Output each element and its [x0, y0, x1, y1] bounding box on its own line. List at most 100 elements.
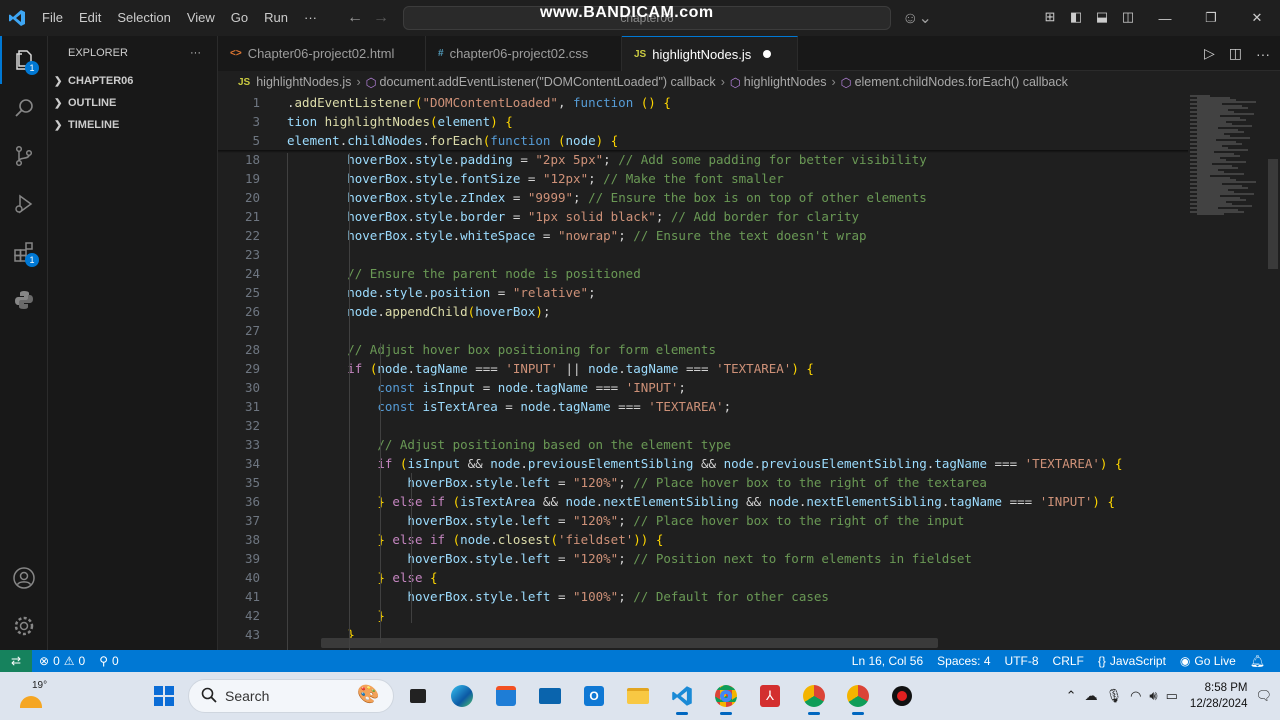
battery-icon[interactable]: ▭ [1166, 688, 1178, 704]
breadcrumb-item[interactable]: document.addEventListener("DOMContentLoa… [380, 75, 716, 89]
back-arrow-icon[interactable]: ← [342, 5, 368, 31]
microphone-icon[interactable]: 🎙︎ [1106, 688, 1123, 704]
code-line[interactable]: 40 } else { [218, 568, 1188, 587]
minimap[interactable] [1186, 93, 1266, 650]
menu-edit[interactable]: Edit [71, 0, 109, 36]
code-line[interactable]: 36 } else if (isTextArea && node.nextEle… [218, 492, 1188, 511]
customize-layout-icon[interactable]: ⊞ [1040, 6, 1060, 28]
python-icon[interactable] [0, 276, 48, 324]
breadcrumb-file[interactable]: highlightNodes.js [256, 75, 351, 89]
code-line[interactable]: 24 // Ensure the parent node is position… [218, 264, 1188, 283]
code-line[interactable]: 19 hoverBox.style.fontSize = "12px"; // … [218, 169, 1188, 188]
code-line[interactable]: 26 node.appendChild(hoverBox); [218, 302, 1188, 321]
notifications-bell-icon[interactable]: 🔔︎ [1243, 654, 1272, 668]
chrome-profile-icon[interactable] [706, 676, 746, 716]
tab-highlightnodes-js[interactable]: JS highlightNodes.js [622, 36, 798, 71]
horizontal-scrollbar-thumb[interactable] [321, 638, 938, 648]
menu-file[interactable]: File [34, 0, 71, 36]
clock[interactable]: 8:58 PM 12/28/2024 [1190, 680, 1248, 712]
code-line[interactable]: 42 } [218, 606, 1188, 625]
explorer-more-button[interactable]: ··· [190, 47, 201, 59]
menu-run[interactable]: Run [256, 0, 296, 36]
bandicam-record-icon[interactable] [882, 676, 922, 716]
source-control-icon[interactable] [0, 132, 48, 180]
minimize-icon[interactable]: — [1142, 0, 1188, 36]
volume-icon[interactable]: 🔊︎ [1149, 688, 1157, 704]
code-line[interactable]: 25 node.style.position = "relative"; [218, 283, 1188, 302]
code-line[interactable]: 32 [218, 416, 1188, 435]
remote-icon[interactable]: ⇄ [0, 650, 32, 672]
sticky-scroll-line[interactable]: 1 .addEventListener("DOMContentLoaded", f… [218, 93, 1188, 112]
start-button[interactable] [144, 676, 184, 716]
mail-icon[interactable] [530, 676, 570, 716]
notification-center-icon[interactable]: 🗨︎ [1255, 688, 1272, 704]
vertical-scrollbar-thumb[interactable] [1268, 159, 1278, 269]
code-line[interactable]: 39 hoverBox.style.left = "120%"; // Posi… [218, 549, 1188, 568]
section-chapter06[interactable]: ❯ CHAPTER06 [48, 70, 217, 92]
cursor-position[interactable]: Ln 16, Col 56 [845, 654, 930, 668]
taskbar-search[interactable]: Search 🎨 [188, 679, 394, 713]
code-line[interactable]: 31 const isTextArea = node.tagName === '… [218, 397, 1188, 416]
code-line[interactable]: 20 hoverBox.style.zIndex = "9999"; // En… [218, 188, 1188, 207]
code-line[interactable]: 22 hoverBox.style.whiteSpace = "nowrap";… [218, 226, 1188, 245]
vscode-taskbar-icon[interactable] [662, 676, 702, 716]
menu-selection[interactable]: Selection [109, 0, 178, 36]
forward-arrow-icon[interactable]: → [368, 5, 394, 31]
restore-icon[interactable]: ❐ [1188, 0, 1234, 36]
acrobat-icon[interactable]: ⅄ [750, 676, 790, 716]
code-line[interactable]: 41 hoverBox.style.left = "100%"; // Defa… [218, 587, 1188, 606]
run-debug-icon[interactable] [0, 180, 48, 228]
weather-widget[interactable]: 19° [18, 678, 48, 714]
sticky-scroll-line[interactable]: 5 element.childNodes.forEach(function (no… [218, 131, 1188, 150]
menu-more[interactable]: ··· [296, 0, 325, 36]
code-line[interactable]: 23 [218, 245, 1188, 264]
chrome-profile-2-icon[interactable] [838, 676, 878, 716]
microsoft-store-icon[interactable] [486, 676, 526, 716]
run-icon[interactable]: ▷ [1204, 45, 1215, 62]
code-line[interactable]: 35 hoverBox.style.left = "120%"; // Plac… [218, 473, 1188, 492]
close-icon[interactable]: ✕ [1234, 0, 1280, 36]
tab-html[interactable]: <> Chapter06-project02.html [218, 36, 426, 71]
file-explorer-icon[interactable] [618, 676, 658, 716]
sticky-scroll-line[interactable]: 3 tion highlightNodes(element) { [218, 112, 1188, 131]
menu-view[interactable]: View [179, 0, 223, 36]
toggle-panel-icon[interactable]: ⬓ [1092, 6, 1112, 28]
chrome-icon[interactable] [794, 676, 834, 716]
unsaved-dot-icon[interactable] [763, 50, 772, 58]
task-view-icon[interactable] [398, 676, 438, 716]
code-line[interactable]: 28 // Adjust hover box positioning for f… [218, 340, 1188, 359]
breadcrumb-item[interactable]: highlightNodes [744, 75, 827, 89]
cloud-icon[interactable]: ☁ [1085, 688, 1098, 704]
more-actions-icon[interactable]: ··· [1256, 46, 1270, 62]
code-line[interactable]: 33 // Adjust positioning based on the el… [218, 435, 1188, 454]
menu-go[interactable]: Go [223, 0, 256, 36]
section-outline[interactable]: ❯ OUTLINE [48, 92, 217, 114]
encoding[interactable]: UTF-8 [998, 654, 1046, 668]
search-icon[interactable] [0, 84, 48, 132]
code-line[interactable]: 38 } else if (node.closest('fieldset')) … [218, 530, 1188, 549]
code-line[interactable]: 29 if (node.tagName === 'INPUT' || node.… [218, 359, 1188, 378]
breadcrumb-item[interactable]: element.childNodes.forEach() callback [855, 75, 1068, 89]
line-ending[interactable]: CRLF [1046, 654, 1091, 668]
settings-gear-icon[interactable] [0, 602, 48, 650]
language-mode[interactable]: {} JavaScript [1091, 654, 1173, 668]
wifi-icon[interactable]: ◠ [1130, 688, 1141, 704]
explorer-icon[interactable]: 1 [0, 36, 48, 84]
code-line[interactable]: 37 hoverBox.style.left = "120%"; // Plac… [218, 511, 1188, 530]
indentation[interactable]: Spaces: 4 [930, 654, 997, 668]
toggle-secondary-sidebar-icon[interactable]: ◫ [1118, 6, 1138, 28]
code-line[interactable]: 30 const isInput = node.tagName === 'INP… [218, 378, 1188, 397]
code-editor[interactable]: 1 .addEventListener("DOMContentLoaded", f… [218, 93, 1280, 650]
code-line[interactable]: 34 if (isInput && node.previousElementSi… [218, 454, 1188, 473]
code-line[interactable]: 21 hoverBox.style.border = "1px solid bl… [218, 207, 1188, 226]
outlook-icon[interactable]: O [574, 676, 614, 716]
section-timeline[interactable]: ❯ TIMELINE [48, 114, 217, 136]
edge-browser-icon[interactable] [442, 676, 482, 716]
go-live-button[interactable]: ◉ Go Live [1173, 654, 1243, 668]
ports-indicator[interactable]: ⚲ 0 [92, 654, 125, 668]
split-editor-icon[interactable]: ◫ [1229, 45, 1242, 62]
problems-indicator[interactable]: ⊗ 0 ⚠ 0 [32, 654, 92, 668]
toggle-sidebar-icon[interactable]: ◧ [1066, 6, 1086, 28]
extensions-icon[interactable]: 1 [0, 228, 48, 276]
code-line[interactable]: 27 [218, 321, 1188, 340]
